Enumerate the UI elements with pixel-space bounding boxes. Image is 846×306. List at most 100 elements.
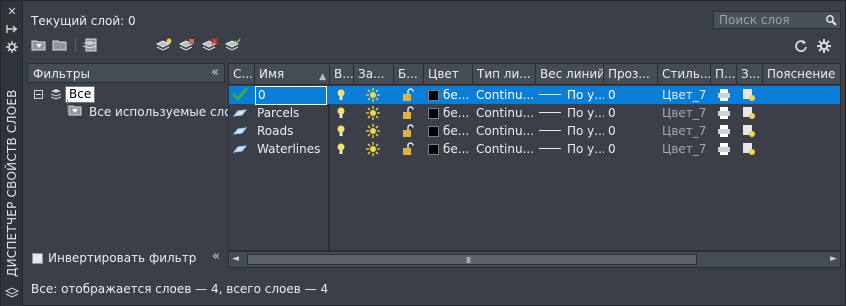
new-vp-freeze-icon[interactable] [742,124,756,138]
layer-transparency[interactable]: 0 [608,122,656,140]
set-current-icon[interactable] [224,38,241,52]
filter-node-all[interactable]: Все [65,86,96,103]
layer-lineweight[interactable]: По у... [567,140,604,158]
scroll-right-icon[interactable]: ► [830,254,837,264]
layer-transparency[interactable]: 0 [608,140,656,158]
delete-layer-icon[interactable] [201,38,218,52]
new-vp-freeze-icon[interactable] [742,88,756,102]
layer-description[interactable] [767,140,839,158]
col-name[interactable]: Имя ▲ [255,64,330,85]
layer-description[interactable] [767,122,839,140]
layer-description[interactable] [767,86,839,104]
col-on[interactable]: В... [330,64,354,85]
col-color[interactable]: Цвет [424,64,473,85]
layer-color[interactable]: бе... [443,122,473,140]
col-linetype[interactable]: Тип ли... [473,64,536,85]
new-property-filter-icon[interactable] [31,38,47,52]
scroll-left-icon[interactable]: ◄ [232,254,239,264]
layer-row[interactable]: Parcels бе... Continu... По у... 0 Цвет_… [229,104,840,122]
unlocked-icon[interactable] [401,88,415,102]
plot-printer-icon[interactable] [717,142,731,156]
col-lock[interactable]: Б... [394,64,424,85]
layer-linetype[interactable]: Continu... [476,104,534,122]
layer-lineweight[interactable]: По у... [567,86,604,104]
horizontal-scrollbar[interactable]: ◄ III ► [228,251,841,268]
light-bulb-icon[interactable] [334,142,348,156]
lineweight-sample [539,94,561,95]
color-swatch[interactable] [428,108,439,119]
unlocked-icon[interactable] [401,124,415,138]
new-layer-icon[interactable] [155,38,172,52]
color-swatch[interactable] [428,126,439,137]
layer-transparency[interactable]: 0 [608,104,656,122]
layer-name[interactable]: Parcels [257,104,327,122]
layer-lineweight[interactable]: По у... [567,122,604,140]
col-plot-style[interactable]: Стиль... [658,64,711,85]
light-bulb-icon[interactable] [334,88,348,102]
refresh-icon[interactable] [794,39,808,53]
layer-color[interactable]: бе... [443,86,473,104]
search-icon[interactable] [825,14,837,26]
layer-color[interactable]: бе... [443,104,473,122]
current-layer-check-icon [232,87,249,101]
light-bulb-icon[interactable] [334,106,348,120]
autohide-icon[interactable] [5,23,19,37]
invert-filter-checkbox[interactable] [32,253,43,264]
light-bulb-icon[interactable] [334,124,348,138]
plot-printer-icon[interactable] [717,106,731,120]
layer-description[interactable] [767,104,839,122]
col-plot[interactable]: П... [711,64,737,85]
tree-collapse-toggle[interactable] [34,90,43,99]
sun-thaw-icon[interactable] [366,124,380,138]
layer-icon [232,124,248,138]
settings-icon[interactable] [816,38,832,54]
layer-linetype[interactable]: Continu... [476,122,534,140]
layer-linetype[interactable]: Continu... [476,86,534,104]
new-vp-freeze-icon[interactable] [742,106,756,120]
new-vp-freeze-icon[interactable] [742,142,756,156]
close-icon[interactable]: ✕ [5,5,19,19]
properties-icon[interactable] [5,41,19,55]
col-transparency[interactable]: Проз... [604,64,658,85]
layer-states-manager-icon[interactable] [82,38,98,52]
color-swatch[interactable] [428,144,439,155]
scrollbar-thumb[interactable]: III [247,254,697,265]
layer-row[interactable]: Waterlines бе... Continu... По у... 0 Цв… [229,140,840,158]
layer-name-input[interactable]: 0 [255,86,327,105]
sun-thaw-icon[interactable] [366,88,380,102]
layer-row[interactable]: Roads бе... Continu... По у... 0 Цвет_7 [229,122,840,140]
new-layer-vp-frozen-icon[interactable] [178,38,195,52]
layer-plot-style: Цвет_7 [662,142,707,156]
filter-panel-title: Фильтры [33,67,90,81]
layer-transparency[interactable]: 0 [608,86,656,104]
lineweight-sample [539,148,561,149]
col-description[interactable]: Пояснение [763,64,840,85]
filter-node-used-layers[interactable]: Все используемые слои [89,105,239,119]
collapse-filters-icon[interactable]: « [211,65,219,81]
sun-thaw-icon[interactable] [366,142,380,156]
new-group-filter-icon[interactable] [52,38,68,52]
layer-lineweight[interactable]: По у... [567,104,604,122]
unlocked-icon[interactable] [401,106,415,120]
collapse-filters-bottom-icon[interactable]: « [212,249,220,264]
sun-thaw-icon[interactable] [366,106,380,120]
plot-printer-icon[interactable] [717,124,731,138]
lineweight-sample [539,130,561,131]
plot-printer-icon[interactable] [717,88,731,102]
current-layer-label: Текущий слой: 0 [31,14,136,28]
search-input[interactable]: Поиск слоя [713,11,841,29]
layer-name[interactable]: Roads [257,122,327,140]
unlocked-icon[interactable] [401,142,415,156]
layer-row[interactable]: 0 бе... Continu... По у... 0 Цвет_7 [229,86,840,105]
col-freeze[interactable]: За... [354,64,394,85]
layer-name[interactable]: Waterlines [257,140,327,158]
status-bar-text: Все: отображается слоев — 4, всего слоев… [31,282,329,296]
layer-linetype[interactable]: Continu... [476,140,534,158]
palette-title-strip[interactable]: ✕ ДИСПЕТЧЕР СВОЙСТВ СЛОЕВ [1,1,23,306]
col-new-vp-freeze[interactable]: З... [737,64,763,85]
col-status[interactable]: С... [229,64,255,85]
color-swatch[interactable] [428,90,439,101]
layer-color[interactable]: бе... [443,140,473,158]
col-lineweight[interactable]: Вес линий [536,64,604,85]
layer-plot-style: Цвет_7 [662,88,707,102]
